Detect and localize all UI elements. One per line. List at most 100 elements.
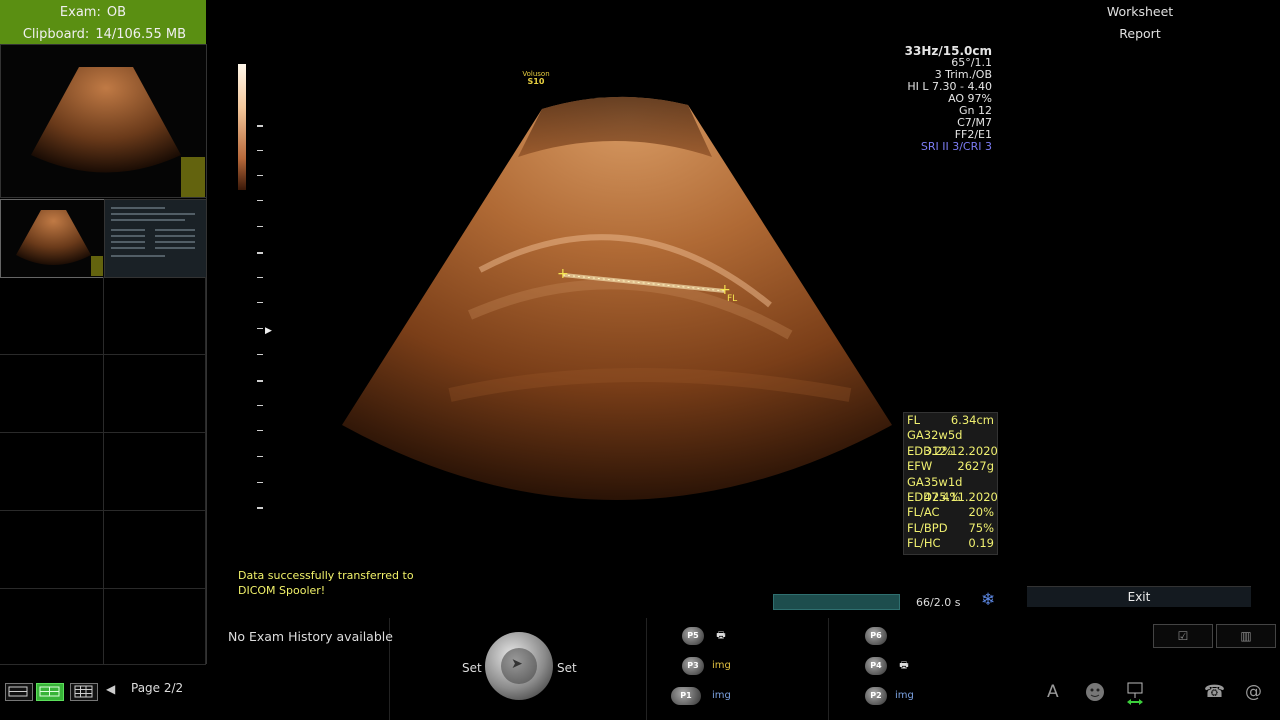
depth-scale-tick	[257, 482, 263, 483]
layout-4x4-icon[interactable]	[36, 683, 64, 701]
cine-progress-bar[interactable]	[773, 594, 900, 610]
layout-4x4-glyph	[39, 686, 60, 697]
acquisition-parameters: 33Hz/15.0cm 65°/1.1 3 Trim./OB HI L 7.30…	[905, 45, 992, 153]
measurement-label: FL/AC	[907, 505, 940, 520]
measurement-value: 2627g	[957, 459, 994, 474]
depth-scale-tick	[257, 302, 263, 303]
p3-button[interactable]: P3	[682, 657, 704, 675]
measurement-results[interactable]: FL 6.34cm GA 32w5d 3.2% EDD 12.12.2020 EFW 2…	[903, 412, 998, 555]
thumbnail-slot[interactable]	[0, 511, 104, 589]
clipboard-label: Clipboard:	[22, 27, 90, 42]
param-sri: SRI II 3/CRI 3	[920, 140, 992, 153]
focus-marker-icon[interactable]: ▶	[265, 326, 272, 336]
report-link[interactable]: Report	[1080, 26, 1200, 41]
layout-single-glyph	[8, 686, 28, 697]
layout-single-icon[interactable]	[5, 683, 33, 701]
p1-button[interactable]: P1	[671, 687, 701, 705]
measurement-value: 32w5d 3.2%	[923, 428, 963, 458]
depth-scale-tick	[257, 150, 263, 151]
caliper-start-icon[interactable]: +	[557, 267, 569, 281]
probe-logo: Voluson S10	[516, 70, 556, 86]
thumbnail-selected-image	[16, 210, 103, 276]
measurement-value: 25.11.2020	[931, 489, 998, 504]
patient-face-icon[interactable]	[1085, 682, 1105, 707]
depth-scale-tick	[257, 507, 263, 509]
measurement-row: EFW 2627g	[904, 459, 997, 474]
thumbnail-selected[interactable]	[0, 199, 105, 278]
measurement-value: 75%	[968, 520, 994, 535]
depth-scale-tick	[257, 405, 263, 406]
p2-button[interactable]: P2	[865, 687, 887, 705]
thumbnail-slot[interactable]	[104, 589, 206, 665]
thumbnail-slot[interactable]	[104, 433, 206, 511]
image-save-icon[interactable]: img	[712, 657, 731, 675]
thumbnail-large-image	[31, 67, 205, 197]
p5-button[interactable]: P5	[682, 627, 704, 645]
divider	[646, 618, 647, 720]
depth-scale-tick	[257, 175, 263, 176]
depth-scale-tick	[257, 277, 263, 278]
thumbnail-report[interactable]	[104, 199, 207, 278]
depth-scale-tick	[257, 456, 263, 457]
freeze-snowflake-icon[interactable]: ❄	[981, 590, 995, 610]
status-line2: DICOM Spooler!	[238, 584, 326, 597]
thumbnail-slot[interactable]	[0, 277, 104, 355]
exam-header: Exam: OB Clipboard: 14/106.55 MB	[0, 0, 206, 44]
measurement-row: FL 6.34cm	[904, 413, 997, 428]
checklist-icon[interactable]: ☑	[1153, 624, 1213, 648]
measurement-value: 35w1d 47.4%	[923, 474, 963, 504]
layout-grid-glyph	[74, 685, 93, 698]
depth-scale-tick	[257, 200, 263, 201]
measurement-label: FL/BPD	[907, 520, 948, 535]
exit-button[interactable]: Exit	[1027, 586, 1251, 607]
measurement-row: GA 35w1d 47.4%	[904, 474, 997, 504]
p6-button[interactable]: P6	[865, 627, 887, 645]
thumbnail-slot[interactable]	[104, 277, 206, 355]
text-annotation-icon[interactable]: A	[1047, 682, 1059, 702]
divider	[828, 618, 829, 720]
set-right-label: Set	[557, 661, 577, 675]
exam-label: Exam:	[59, 5, 101, 20]
image-export-icon[interactable]: img	[895, 687, 914, 705]
clipboard-thumbnails	[0, 44, 207, 665]
cine-frame-counter: 66/2.0 s	[916, 596, 961, 609]
previous-page-icon[interactable]: ◀	[106, 682, 115, 696]
cursor-arrow-icon: ➤	[511, 656, 523, 672]
measurement-label: FL/HC	[907, 536, 941, 551]
measurement-row: FL/HC 0.19	[904, 536, 997, 551]
worksheet-link[interactable]: Worksheet	[1080, 4, 1200, 19]
network-glyph	[1127, 682, 1143, 705]
measurement-value: 6.34cm	[950, 413, 994, 427]
thumbnail-slot[interactable]	[104, 511, 206, 589]
patient-face-glyph	[1086, 683, 1104, 701]
ultrasound-image[interactable]	[330, 95, 910, 515]
measurement-value: 0.19	[968, 536, 994, 551]
status-line1: Data successfully transferred to	[238, 569, 414, 582]
image-store-icon[interactable]: img	[712, 687, 731, 705]
thumbnail-slot[interactable]	[0, 355, 104, 433]
email-icon[interactable]: @	[1245, 682, 1262, 702]
thumbnail-slot[interactable]	[104, 355, 206, 433]
measurement-label: EDD	[907, 489, 932, 504]
status-message: Data successfully transferred to DICOM S…	[238, 568, 438, 598]
depth-scale-tick	[257, 252, 263, 254]
thumbnail-slot[interactable]	[0, 589, 104, 665]
gray-color-map-bar	[238, 64, 246, 190]
depth-scale-tick	[257, 430, 263, 431]
measurement-label: GA	[907, 428, 924, 443]
color-printer-icon[interactable]: 🖶	[895, 657, 913, 675]
p4-button[interactable]: P4	[865, 657, 887, 675]
network-icon[interactable]	[1124, 682, 1146, 711]
phone-icon[interactable]: ☎	[1204, 682, 1225, 702]
bar-chart-icon[interactable]: ▥	[1216, 624, 1276, 648]
page-indicator: Page 2/2	[131, 681, 184, 695]
thumbnail-large[interactable]	[0, 44, 207, 198]
layout-grid-icon[interactable]	[70, 683, 98, 701]
measurement-label: EDD	[907, 443, 932, 458]
printer-icon[interactable]: 🖶	[712, 627, 730, 645]
thumbnail-slot[interactable]	[0, 433, 104, 511]
measurement-label: EFW	[907, 459, 933, 474]
depth-scale-tick	[257, 125, 263, 127]
measurement-value: 12.12.2020	[931, 443, 998, 458]
caliper-label: FL	[727, 294, 738, 304]
